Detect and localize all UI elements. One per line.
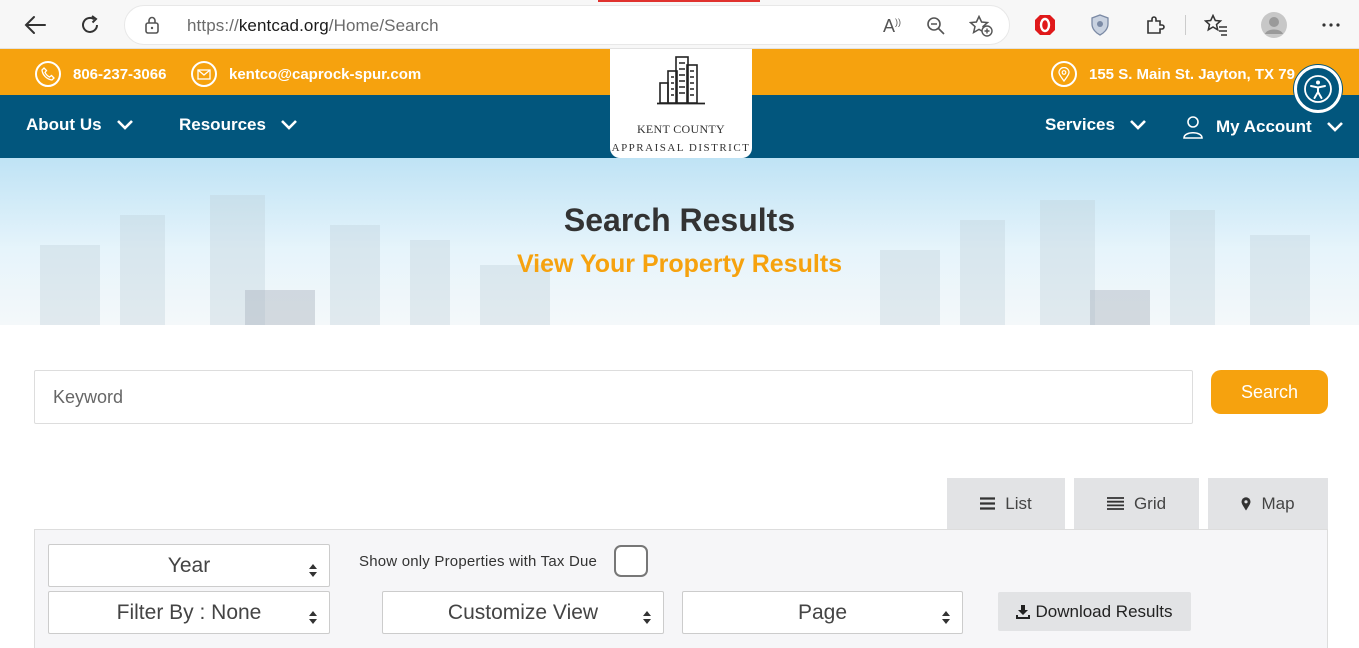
chevron-down-icon — [116, 115, 134, 135]
customize-view-value: Customize View — [447, 600, 599, 624]
url-path: /Home/Search — [328, 16, 439, 35]
search-button[interactable]: Search — [1211, 370, 1328, 414]
tab-grid-view[interactable]: Grid — [1074, 478, 1199, 529]
select-arrows-icon — [309, 606, 317, 630]
tab-list-label: List — [1005, 493, 1032, 513]
nav-resources-label: Resources — [179, 115, 266, 134]
accessibility-icon — [1304, 75, 1332, 103]
browser-toolbar: https://kentcad.org/Home/Search A)) — [0, 0, 1359, 49]
email-text: kentco@caprock-spur.com — [229, 65, 422, 83]
shield-icon[interactable] — [1083, 8, 1117, 42]
year-select[interactable]: Year — [48, 544, 330, 587]
zoom-out-icon[interactable] — [923, 14, 949, 38]
tab-accent-line — [598, 0, 760, 2]
lock-icon[interactable] — [145, 16, 159, 39]
extensions-icon[interactable] — [1138, 8, 1172, 42]
nav-my-account[interactable]: My Account — [1183, 115, 1344, 139]
mail-icon — [191, 61, 217, 87]
phone-link[interactable]: 806-237-3066 — [35, 61, 166, 87]
logo-line-2: APPRAISAL DISTRICT — [611, 142, 751, 154]
page-title: Search Results — [563, 202, 796, 238]
tab-grid-label: Grid — [1133, 493, 1167, 513]
chevron-down-icon — [1129, 115, 1147, 135]
address-text: 155 S. Main St. Jayton, TX 79 — [1089, 65, 1295, 83]
refresh-icon[interactable] — [73, 8, 107, 42]
year-select-value: Year — [167, 553, 211, 577]
opera-icon[interactable] — [1028, 8, 1062, 42]
filter-by-value: Filter By : None — [116, 600, 262, 624]
nav-about-label: About Us — [26, 115, 102, 134]
nav-services-label: Services — [1045, 115, 1115, 134]
tab-map-view[interactable]: Map — [1208, 478, 1328, 529]
tax-due-label: Show only Properties with Tax Due — [359, 553, 598, 570]
keyword-input[interactable] — [34, 370, 1193, 424]
more-icon[interactable] — [1314, 8, 1348, 42]
select-arrows-icon — [309, 559, 317, 583]
user-icon — [1183, 115, 1203, 139]
read-aloud-label: A — [882, 15, 895, 36]
profile-icon[interactable] — [1257, 8, 1291, 42]
select-arrows-icon — [942, 606, 950, 630]
read-aloud-icon[interactable]: A)) — [879, 14, 905, 38]
page-subtitle: View Your Property Results — [516, 250, 843, 278]
list-icon — [980, 497, 996, 510]
grid-icon — [1106, 497, 1124, 510]
location-icon — [1051, 61, 1077, 87]
nav-about-us[interactable]: About Us — [26, 115, 134, 135]
chevron-down-icon — [1326, 117, 1344, 137]
phone-text: 806-237-3066 — [73, 65, 167, 83]
site-logo[interactable]: KENT COUNTY APPRAISAL DISTRICT — [610, 49, 752, 158]
back-icon[interactable] — [18, 8, 52, 42]
building-logo-icon — [657, 56, 705, 105]
skyline-building — [1090, 290, 1150, 325]
nav-account-label: My Account — [1216, 117, 1312, 136]
email-link[interactable]: kentco@caprock-spur.com — [191, 61, 421, 87]
nav-services[interactable]: Services — [1045, 115, 1147, 135]
url-scheme: https:// — [187, 16, 239, 35]
logo-line-1: KENT COUNTY — [636, 122, 726, 136]
address-link[interactable]: 155 S. Main St. Jayton, TX 79 — [1051, 61, 1295, 87]
download-icon — [1016, 604, 1031, 619]
page-select[interactable]: Page — [682, 591, 963, 634]
address-bar[interactable]: https://kentcad.org/Home/Search A)) — [124, 5, 1010, 45]
chevron-down-icon — [280, 115, 298, 135]
favorites-icon[interactable] — [1199, 8, 1233, 42]
toolbar-divider — [1185, 15, 1186, 35]
customize-view-select[interactable]: Customize View — [382, 591, 664, 634]
filter-by-select[interactable]: Filter By : None — [48, 591, 330, 634]
download-results-label: Download Results — [1035, 601, 1173, 621]
download-results-button[interactable]: Download Results — [998, 592, 1191, 631]
phone-icon — [35, 61, 61, 87]
page-select-value: Page — [797, 600, 848, 624]
nav-resources[interactable]: Resources — [179, 115, 298, 135]
skyline-building — [1250, 235, 1310, 325]
skyline-building — [245, 290, 315, 325]
add-favorite-icon[interactable] — [968, 14, 994, 38]
accessibility-button[interactable] — [1294, 65, 1342, 113]
map-pin-icon — [1241, 496, 1251, 511]
url-host: kentcad.org — [238, 16, 329, 35]
select-arrows-icon — [643, 606, 651, 630]
tab-map-label: Map — [1261, 493, 1295, 513]
tax-due-checkbox[interactable] — [614, 545, 648, 577]
hero-banner: Search Results View Your Property Result… — [0, 158, 1359, 325]
tab-list-view[interactable]: List — [947, 478, 1065, 529]
url-text: https://kentcad.org/Home/Search — [187, 16, 439, 36]
